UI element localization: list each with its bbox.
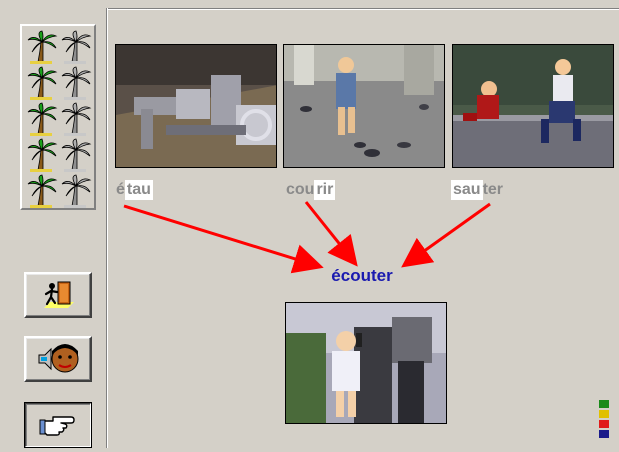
arrow-from-courir bbox=[304, 201, 358, 267]
arrow-from-sauter bbox=[401, 202, 491, 268]
publisher-logo bbox=[599, 400, 609, 438]
target-word: écouter bbox=[331, 266, 393, 285]
arrow-from-etau bbox=[123, 204, 324, 274]
arrows-layer bbox=[123, 201, 491, 274]
